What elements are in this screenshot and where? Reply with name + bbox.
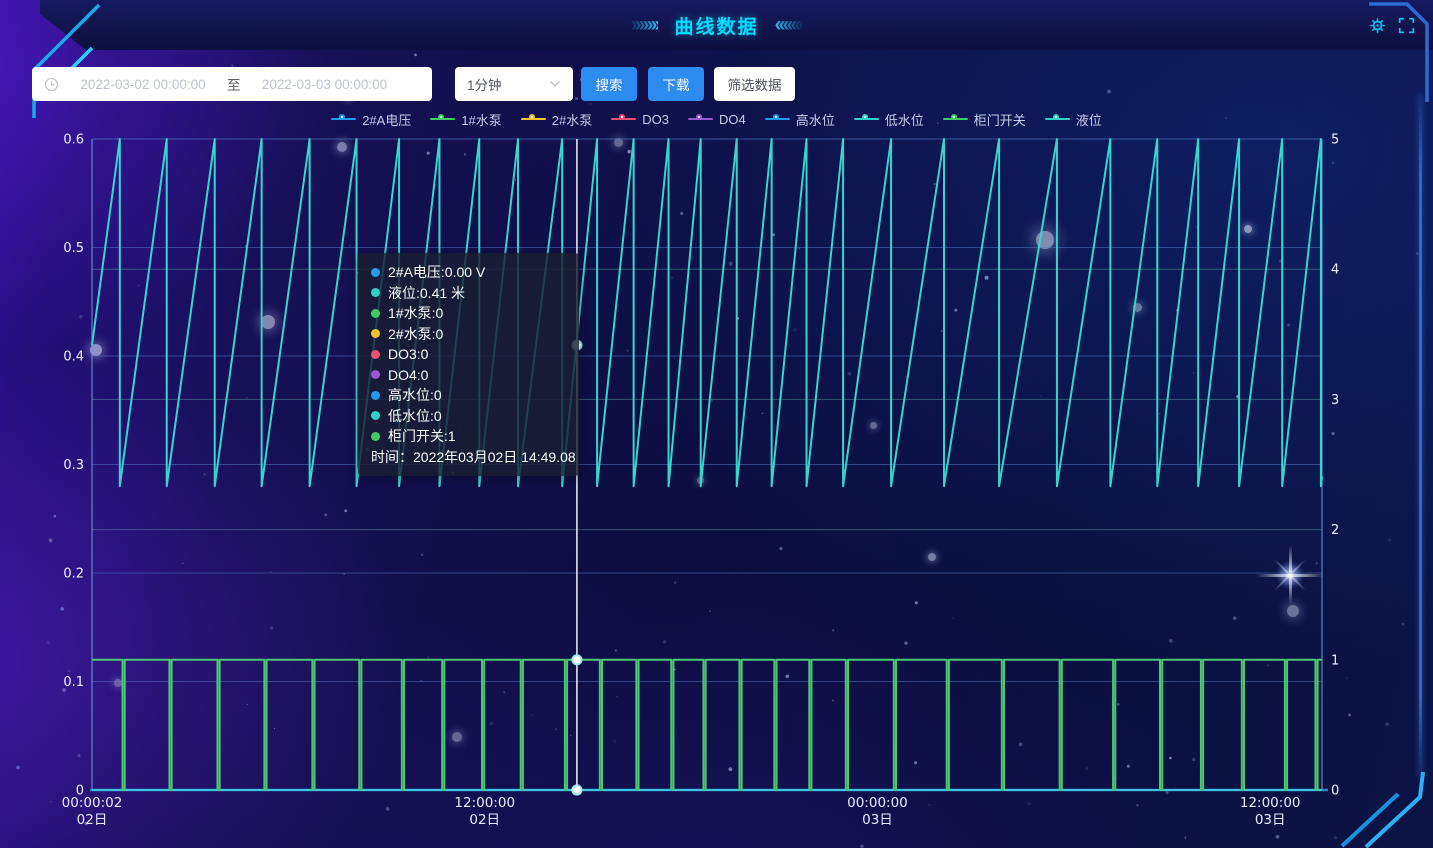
series-color-dot	[371, 391, 380, 400]
y-left-label-0.5: 0.5	[63, 241, 84, 256]
chart-tooltip: 2#A电压:0.00 V液位:0.41 米1#水泵:02#水泵:0 DO3:0 DO…	[358, 253, 579, 476]
pointer-mark-柜门开关	[572, 655, 581, 664]
tooltip-value-text: 高水位:0	[388, 385, 442, 405]
series-color-dot	[371, 432, 380, 441]
tooltip-row-1#水泵: 1#水泵:0	[371, 303, 566, 324]
x-tick-time-12:00:00: 12:00:00	[454, 795, 515, 811]
tooltip-row-DO3: DO3:0	[371, 344, 566, 365]
y-right-label-1: 1	[1331, 653, 1339, 668]
tooltip-time: 时间：2022年03月02日 14:49.08	[371, 447, 566, 468]
tooltip-row-DO4: DO4:0	[371, 365, 566, 386]
y-right-label-4: 4	[1331, 263, 1339, 278]
series-color-dot	[371, 309, 380, 318]
x-tick-time-12:00:00: 12:00:00	[1240, 795, 1301, 811]
tooltip-row-柜门开关: 柜门开关:1	[371, 426, 566, 447]
tooltip-value-text: 1#水泵:0	[388, 303, 443, 323]
x-tick-day: 03日	[1255, 812, 1286, 828]
tooltip-value-text: 2#水泵:0	[388, 324, 443, 344]
series-color-dot	[371, 288, 380, 297]
series-color-dot	[371, 370, 380, 379]
tooltip-value-text: DO3:0	[388, 346, 428, 362]
y-right-label-0: 0	[1331, 784, 1339, 799]
tooltip-row-2#A电压: 2#A电压:0.00 V	[371, 262, 566, 283]
x-tick-day: 03日	[862, 812, 893, 828]
pointer-mark-2#A电压	[572, 785, 581, 794]
tooltip-value-text: 2#A电压:0.00 V	[388, 262, 485, 282]
tooltip-value-text: 柜门开关:1	[388, 426, 456, 446]
tooltip-row-高水位: 高水位:0	[371, 385, 566, 406]
x-tick-day: 02日	[77, 812, 108, 828]
y-right-label-2: 2	[1331, 523, 1339, 538]
y-left-label-0.2: 0.2	[63, 567, 84, 582]
tooltip-value-text: DO4:0	[388, 367, 428, 383]
line-chart-canvas[interactable]: 00.10.20.30.40.50.601234500:00:0202日12:0…	[0, 0, 1433, 848]
series-line-柜门开关	[92, 660, 1322, 790]
tooltip-row-低水位: 低水位:0	[371, 406, 566, 427]
y-left-label-0.1: 0.1	[63, 675, 84, 690]
series-color-dot	[371, 329, 380, 338]
y-left-label-0.4: 0.4	[63, 350, 84, 365]
x-tick-time-00:00:00: 00:00:00	[847, 795, 908, 811]
tooltip-value-text: 液位:0.41 米	[388, 283, 465, 303]
y-left-label-0.6: 0.6	[63, 133, 84, 148]
y-right-label-3: 3	[1331, 393, 1339, 408]
series-color-dot	[371, 268, 380, 277]
x-tick-time-00:00:02: 00:00:02	[62, 795, 123, 811]
curve-data-dashboard: ››››››› 曲线数据 ‹‹‹‹‹‹‹	[0, 0, 1433, 848]
series-line-液位	[92, 139, 1322, 486]
tooltip-row-2#水泵: 2#水泵:0	[371, 324, 566, 345]
series-color-dot	[371, 411, 380, 420]
tooltip-row-液位: 液位:0.41 米	[371, 283, 566, 304]
y-left-label-0.3: 0.3	[63, 458, 84, 473]
tooltip-value-text: 低水位:0	[388, 406, 442, 426]
series-color-dot	[371, 350, 380, 359]
y-right-label-5: 5	[1331, 133, 1339, 148]
x-tick-day: 02日	[469, 812, 500, 828]
